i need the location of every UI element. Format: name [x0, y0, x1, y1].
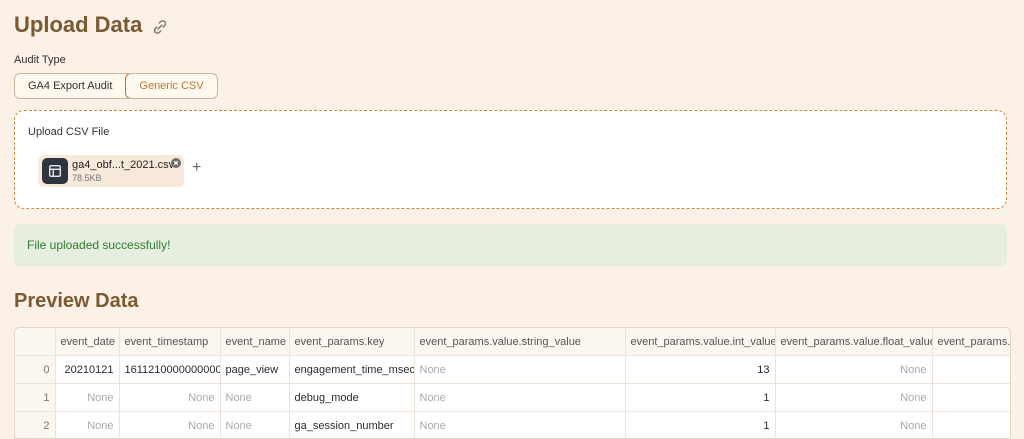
- column-header[interactable]: event_timestamp: [119, 328, 220, 356]
- column-header[interactable]: event_params.key: [289, 328, 414, 356]
- row-index: 1: [15, 384, 55, 412]
- column-header-index[interactable]: [15, 328, 55, 356]
- column-header[interactable]: event_name: [220, 328, 289, 356]
- table-cell[interactable]: None: [775, 412, 932, 439]
- remove-file-icon[interactable]: [171, 158, 181, 168]
- table-cell[interactable]: None: [775, 356, 932, 384]
- table-cell[interactable]: None: [220, 384, 289, 412]
- csv-dropzone[interactable]: Upload CSV File ga4_obf...t_2021.csv 78.…: [14, 110, 1007, 209]
- table-file-icon: [42, 158, 68, 184]
- row-index: 0: [15, 356, 55, 384]
- row-index: 2: [15, 412, 55, 439]
- page-title-text: Upload Data: [14, 12, 142, 38]
- table-cell[interactable]: [932, 412, 1011, 439]
- table-cell[interactable]: 13: [625, 356, 775, 384]
- column-header[interactable]: event_date: [55, 328, 119, 356]
- column-header[interactable]: event_params.value.int_value: [625, 328, 775, 356]
- table-cell[interactable]: None: [775, 384, 932, 412]
- table-cell[interactable]: debug_mode: [289, 384, 414, 412]
- table-cell[interactable]: None: [55, 412, 119, 439]
- success-message: File uploaded successfully!: [27, 238, 170, 252]
- table-cell[interactable]: engagement_time_msec: [289, 356, 414, 384]
- table-cell[interactable]: None: [414, 384, 625, 412]
- table-cell[interactable]: None: [414, 356, 625, 384]
- table-header-row: event_date event_timestamp event_name ev…: [15, 328, 1011, 356]
- table-cell[interactable]: None: [55, 384, 119, 412]
- file-name: ga4_obf...t_2021.csv: [72, 159, 174, 171]
- file-size: 78.5KB: [72, 173, 102, 183]
- table-cell[interactable]: None: [119, 412, 220, 439]
- column-header[interactable]: event_params.value.string_value: [414, 328, 625, 356]
- upload-label: Upload CSV File: [28, 126, 109, 138]
- table-cell[interactable]: None: [220, 412, 289, 439]
- link-icon[interactable]: [152, 19, 168, 35]
- uploaded-file-chip: ga4_obf...t_2021.csv 78.5KB: [38, 155, 184, 187]
- audit-option-ga4-export[interactable]: GA4 Export Audit: [15, 74, 125, 98]
- table-cell[interactable]: None: [414, 412, 625, 439]
- audit-option-generic-csv[interactable]: Generic CSV: [125, 73, 217, 99]
- table-row: 1 None None None debug_mode None 1 None: [15, 384, 1011, 412]
- table-cell[interactable]: 1: [625, 384, 775, 412]
- table-row: 2 None None None ga_session_number None …: [15, 412, 1011, 439]
- table-cell[interactable]: [932, 356, 1011, 384]
- preview-table[interactable]: event_date event_timestamp event_name ev…: [14, 327, 1011, 439]
- audit-type-selector: GA4 Export Audit Generic CSV: [14, 73, 218, 99]
- preview-title: Preview Data: [14, 290, 139, 313]
- table-cell[interactable]: ga_session_number: [289, 412, 414, 439]
- success-alert: File uploaded successfully!: [14, 224, 1007, 266]
- table-row: 0 20210121 1611210000000000 page_view en…: [15, 356, 1011, 384]
- table-cell[interactable]: 20210121: [55, 356, 119, 384]
- column-header[interactable]: event_params.value.float_value: [775, 328, 932, 356]
- audit-type-label: Audit Type: [14, 54, 66, 66]
- column-header[interactable]: event_params.v: [932, 328, 1011, 356]
- table-cell[interactable]: page_view: [220, 356, 289, 384]
- table-cell[interactable]: [932, 384, 1011, 412]
- table-cell[interactable]: None: [119, 384, 220, 412]
- page-title: Upload Data: [14, 12, 168, 38]
- add-file-button[interactable]: +: [192, 160, 201, 176]
- table-cell[interactable]: 1: [625, 412, 775, 439]
- table-cell[interactable]: 1611210000000000: [119, 356, 220, 384]
